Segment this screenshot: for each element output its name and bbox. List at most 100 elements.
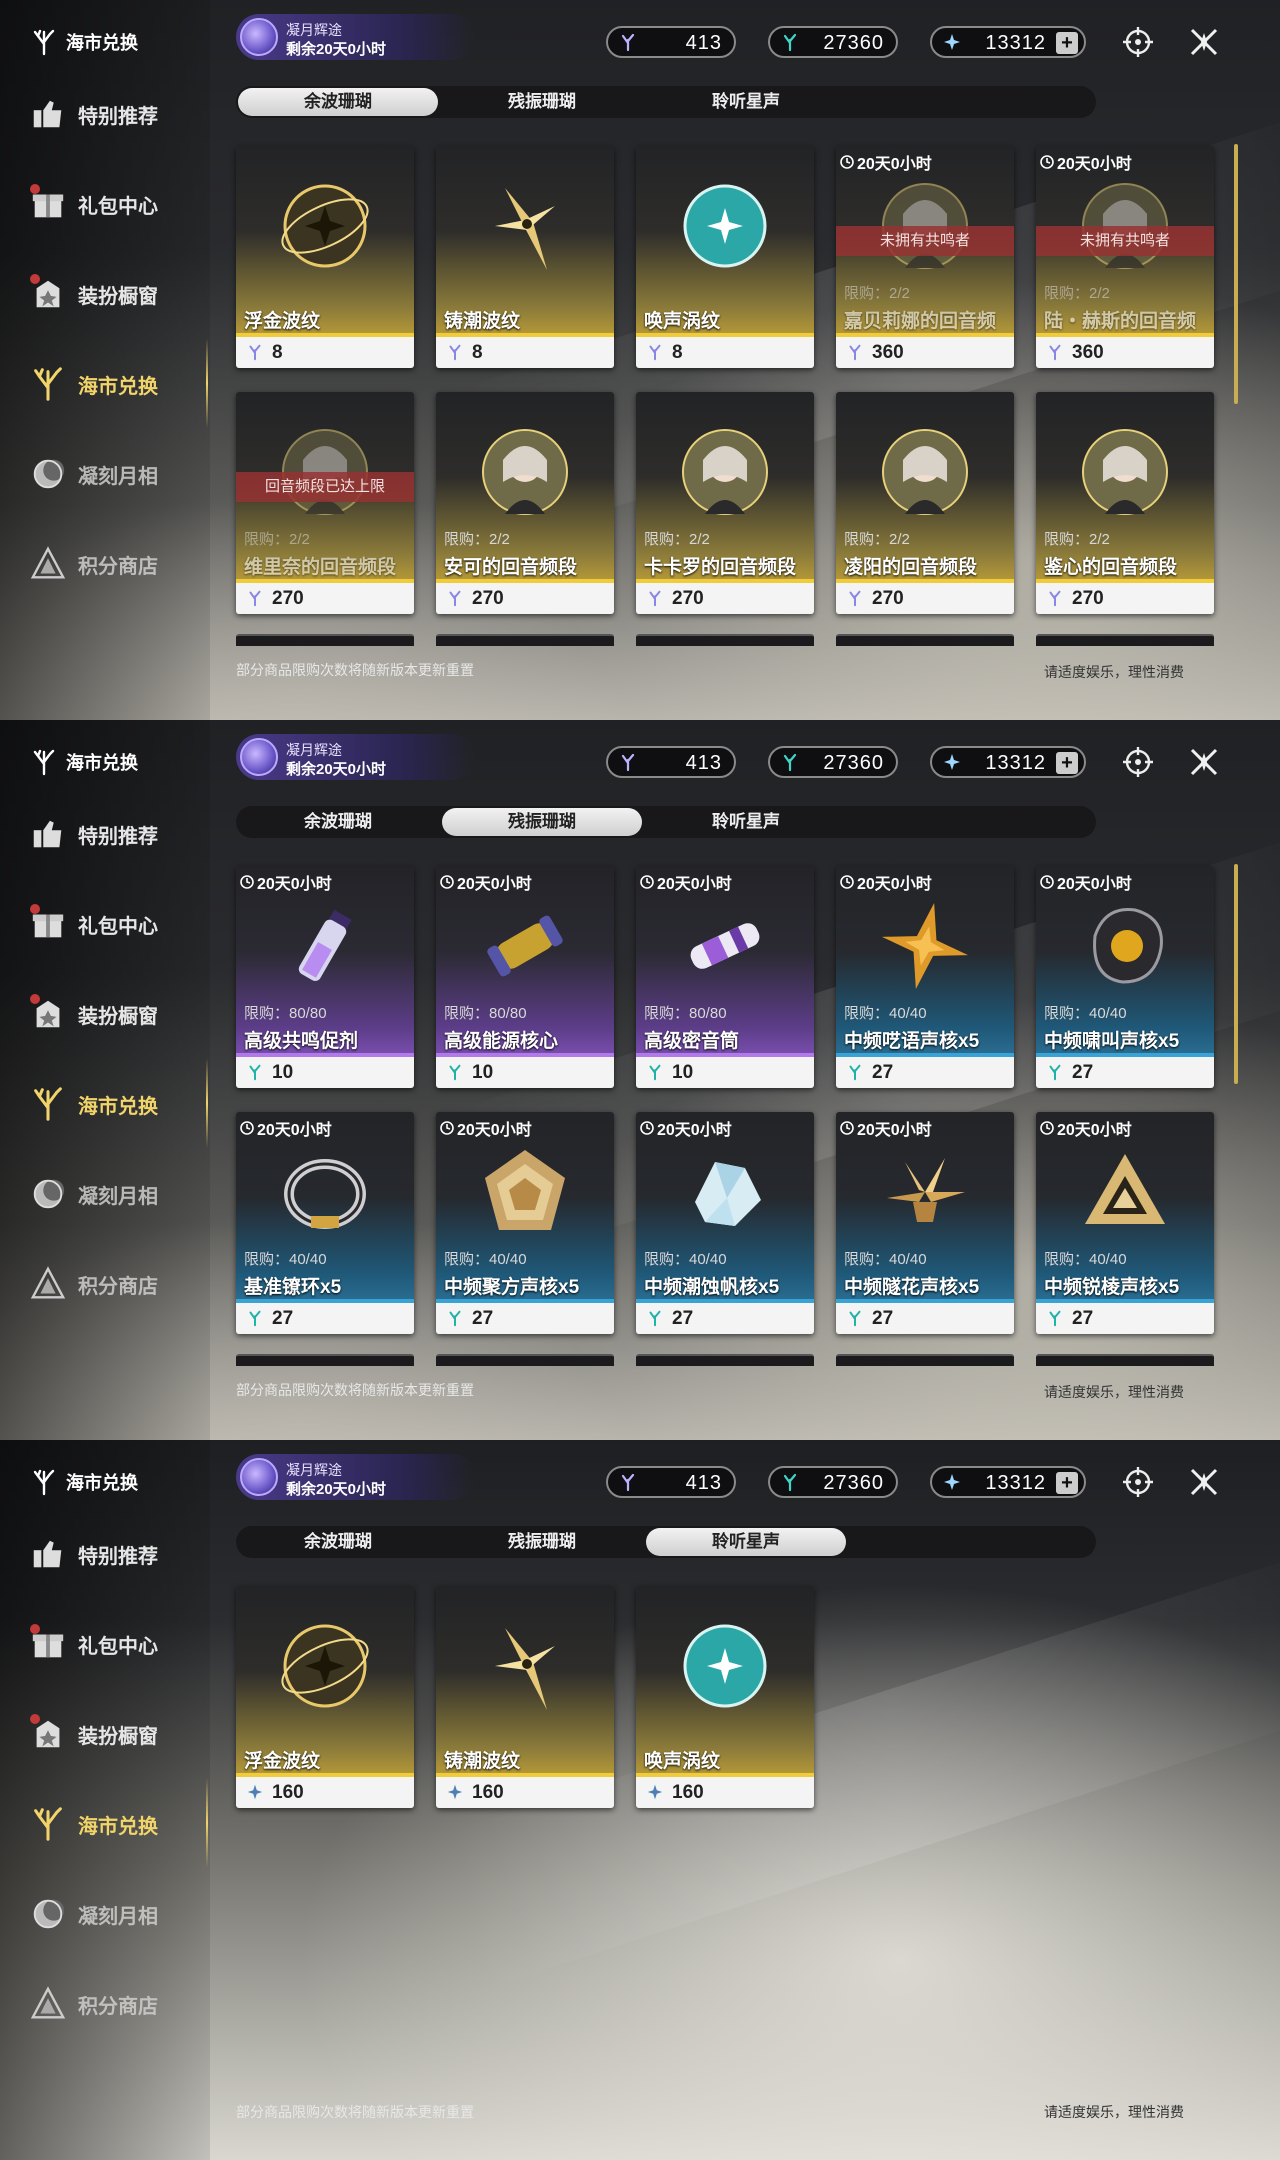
sidebar-item-1[interactable]: 礼包中心 <box>28 1622 158 1666</box>
sidebar-item-4[interactable]: 凝刻月相 <box>28 1892 158 1936</box>
shop-item-card[interactable]: 唤声涡纹 160 <box>636 1586 814 1808</box>
sidebar-item-5[interactable]: 积分商店 <box>28 1262 158 1306</box>
sidebar-item-3[interactable]: 海市兑换 <box>28 362 158 406</box>
event-remaining: 剩余20天0小时 <box>286 1481 387 1498</box>
shop-item-card[interactable]: 限购：2/2 卡卡罗的回音频段 270 <box>636 392 814 614</box>
shop-item-card[interactable]: 20天0小时未拥有共鸣者限购：2/2陆・赫斯的回音频段360 <box>1036 146 1214 368</box>
shop-item-card[interactable]: 20天0小时 限购：40/40 中频啸叫声核x5 27 <box>1036 866 1214 1088</box>
timer-text: 20天0小时 <box>657 1122 732 1139</box>
tab-oscillated-coral[interactable]: 残振珊瑚 <box>442 88 642 116</box>
tab-afterglow-coral[interactable]: 余波珊瑚 <box>238 88 438 116</box>
shop-item-card[interactable]: 浮金波纹 8 <box>236 146 414 368</box>
sidebar-title: 海市兑换 <box>66 753 138 773</box>
add-currency-button[interactable]: + <box>1056 1472 1078 1494</box>
purchase-limit: 限购：2/2 <box>844 531 910 548</box>
shop-item-card[interactable]: 浮金波纹 160 <box>236 1586 414 1808</box>
shop-item-card-partial[interactable] <box>836 634 1014 646</box>
currency-oscillated-coral: 27360 <box>768 26 898 58</box>
tab-afterglow-coral[interactable]: 余波珊瑚 <box>238 1528 438 1556</box>
shop-item-card[interactable]: 回音频段已达上限 限购：2/2 维里奈的回音频段 270 <box>236 392 414 614</box>
shop-item-card-partial[interactable] <box>636 1354 814 1366</box>
active-indicator <box>206 1058 208 1148</box>
shop-item-card-partial[interactable] <box>636 634 814 646</box>
shop-item-card[interactable]: 20天0小时 限购：80/80 高级共鸣促剂 10 <box>236 866 414 1088</box>
moon-icon <box>28 1174 68 1214</box>
sidebar-item-2[interactable]: 装扮橱窗 <box>28 272 158 316</box>
price-value: 360 <box>1072 342 1104 363</box>
shop-item-card[interactable]: 20天0小时 限购：80/80 高级能源核心 10 <box>436 866 614 1088</box>
moon-icon-graphic <box>33 459 65 489</box>
shop-item-card-partial[interactable] <box>1036 1354 1214 1366</box>
sidebar-item-5[interactable]: 积分商店 <box>28 1982 158 2026</box>
sidebar-item-0[interactable]: 特别推荐 <box>28 1532 158 1576</box>
shop-item-card[interactable]: 20天0小时 限购：40/40 中频潮蚀帆核x5 27 <box>636 1112 814 1334</box>
map-locate-button[interactable] <box>1120 744 1156 780</box>
item-crystal-icon <box>675 1142 775 1242</box>
event-banner[interactable]: 凝月辉途 剩余20天0小时 <box>236 14 476 60</box>
shop-item-card-partial[interactable] <box>836 1354 1014 1366</box>
event-remaining: 剩余20天0小时 <box>286 761 387 778</box>
price-currency-icon <box>846 1309 864 1327</box>
coral-icon <box>33 29 55 56</box>
shop-item-card[interactable]: 20天0小时 限购：40/40 中频隧花声核x5 27 <box>836 1112 1014 1334</box>
map-locate-button[interactable] <box>1120 24 1156 60</box>
sidebar-item-2[interactable]: 装扮橱窗 <box>28 992 158 1036</box>
purchase-limit: 限购：40/40 <box>444 1251 527 1268</box>
shop-item-card-partial[interactable] <box>436 634 614 646</box>
shop-item-card[interactable]: 20天0小时 限购：40/40 中频聚方声核x5 27 <box>436 1112 614 1334</box>
price-currency-icon <box>646 343 664 361</box>
sidebar-item-label: 特别推荐 <box>78 105 158 128</box>
grid-scrollbar[interactable] <box>1234 144 1238 404</box>
sidebar-item-3[interactable]: 海市兑换 <box>28 1082 158 1126</box>
card-timer: 20天0小时 <box>1040 150 1132 174</box>
add-currency-button[interactable]: + <box>1056 752 1078 774</box>
close-button[interactable] <box>1186 744 1222 780</box>
shop-item-card[interactable]: 20天0小时未拥有共鸣者限购：2/2嘉贝莉娜的回音频段360 <box>836 146 1014 368</box>
item-portrait-icon <box>1075 422 1175 522</box>
add-currency-button[interactable]: + <box>1056 32 1078 54</box>
event-banner[interactable]: 凝月辉途 剩余20天0小时 <box>236 1454 476 1500</box>
sidebar-item-5[interactable]: 积分商店 <box>28 542 158 586</box>
sidebar-item-0[interactable]: 特别推荐 <box>28 812 158 856</box>
notification-dot <box>30 994 40 1004</box>
shop-item-card[interactable]: 20天0小时 限购：80/80 高级密音筒 10 <box>636 866 814 1088</box>
shop-item-card[interactable]: 限购：2/2 鉴心的回音频段 270 <box>1036 392 1214 614</box>
event-banner[interactable]: 凝月辉途 剩余20天0小时 <box>236 734 476 780</box>
clock-icon <box>1040 875 1054 889</box>
tab-star-sound[interactable]: 聆听星声 <box>646 88 846 116</box>
sidebar-item-1[interactable]: 礼包中心 <box>28 902 158 946</box>
shop-item-card-partial[interactable] <box>236 634 414 646</box>
item-name: 中频锐棱声核x5 <box>1044 1277 1180 1298</box>
shop-item-card[interactable]: 20天0小时 限购：40/40 中频呓语声核x5 27 <box>836 866 1014 1088</box>
sidebar-item-4[interactable]: 凝刻月相 <box>28 1172 158 1216</box>
sidebar-item-1[interactable]: 礼包中心 <box>28 182 158 226</box>
grid-scrollbar[interactable] <box>1234 864 1238 1084</box>
sidebar-item-4[interactable]: 凝刻月相 <box>28 452 158 496</box>
shop-item-card[interactable]: 铸潮波纹 8 <box>436 146 614 368</box>
shop-item-card-partial[interactable] <box>1036 634 1214 646</box>
tab-star-sound[interactable]: 聆听星声 <box>646 1528 846 1556</box>
timer-text: 20天0小时 <box>657 876 732 893</box>
shop-item-card[interactable]: 铸潮波纹 160 <box>436 1586 614 1808</box>
shop-item-card[interactable]: 唤声涡纹 8 <box>636 146 814 368</box>
close-button[interactable] <box>1186 1464 1222 1500</box>
shop-item-card[interactable]: 限购：2/2 凌阳的回音频段 270 <box>836 392 1014 614</box>
shop-item-card-partial[interactable] <box>436 1354 614 1366</box>
currency-afterglow-coral: 413 <box>606 1466 736 1498</box>
shop-item-card[interactable]: 20天0小时 限购：40/40 基准镣环x5 27 <box>236 1112 414 1334</box>
tab-oscillated-coral[interactable]: 残振珊瑚 <box>442 808 642 836</box>
sidebar-item-3[interactable]: 海市兑换 <box>28 1802 158 1846</box>
item-name: 高级密音筒 <box>644 1031 740 1052</box>
sidebar-item-0[interactable]: 特别推荐 <box>28 92 158 136</box>
tab-afterglow-coral[interactable]: 余波珊瑚 <box>238 808 438 836</box>
map-locate-button[interactable] <box>1120 1464 1156 1500</box>
tab-oscillated-coral[interactable]: 残振珊瑚 <box>442 1528 642 1556</box>
shop-item-card-partial[interactable] <box>236 1354 414 1366</box>
close-button[interactable] <box>1186 24 1222 60</box>
shop-item-card[interactable]: 限购：2/2 安可的回音频段 270 <box>436 392 614 614</box>
item-name: 高级能源核心 <box>444 1031 559 1052</box>
sidebar-item-2[interactable]: 装扮橱窗 <box>28 1712 158 1756</box>
purchase-limit: 限购：80/80 <box>444 1005 527 1022</box>
tab-star-sound[interactable]: 聆听星声 <box>646 808 846 836</box>
shop-item-card[interactable]: 20天0小时 限购：40/40 中频锐棱声核x5 27 <box>1036 1112 1214 1334</box>
